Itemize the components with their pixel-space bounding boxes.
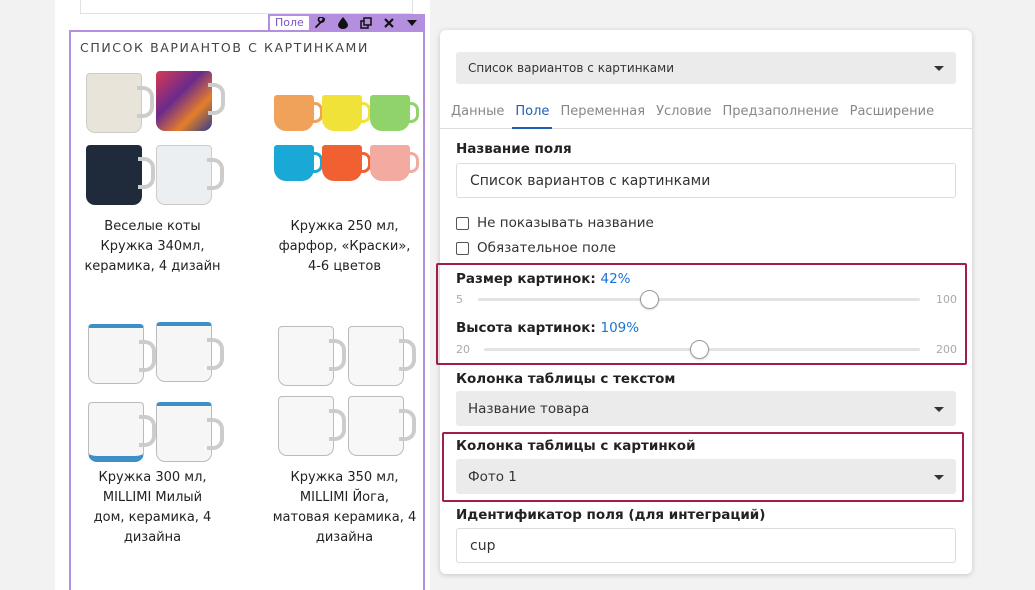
field-name-label: Название поля bbox=[456, 141, 572, 157]
product-card[interactable]: Кружка 300 мл, MILLIMI Милый дом, керами… bbox=[70, 318, 235, 548]
product-image bbox=[262, 67, 427, 217]
tab-data[interactable]: Данные bbox=[448, 100, 507, 129]
tab-field[interactable]: Поле bbox=[512, 100, 553, 129]
field-type-badge: Поле bbox=[270, 16, 309, 30]
chevron-down-icon bbox=[934, 66, 944, 71]
product-image bbox=[262, 318, 427, 468]
tab-prefill[interactable]: Предзаполнение bbox=[720, 100, 842, 129]
product-caption: Веселые коты Кружка 340мл, керамика, 4 д… bbox=[84, 219, 221, 274]
product-caption: Кружка 300 мл, MILLIMI Милый дом, керами… bbox=[93, 470, 212, 545]
tab-extension[interactable]: Расширение bbox=[847, 100, 938, 129]
settings-tabs: Данные Поле Переменная Условие Предзапол… bbox=[440, 100, 972, 129]
tab-variable[interactable]: Переменная bbox=[557, 100, 648, 129]
product-card[interactable]: Кружка 350 мл, MILLIMI Йога, матовая кер… bbox=[262, 318, 427, 548]
product-caption: Кружка 250 мл, фарфор, «Краски», 4-6 цве… bbox=[278, 219, 411, 274]
chevron-down-icon bbox=[934, 406, 944, 412]
text-column-label: Колонка таблицы с текстом bbox=[456, 371, 676, 387]
hide-name-checkbox[interactable]: Не показывать название bbox=[456, 215, 654, 231]
highlight-image-column bbox=[442, 432, 964, 502]
product-card[interactable]: Веселые коты Кружка 340мл, керамика, 4 д… bbox=[70, 67, 235, 277]
text-column-select[interactable]: Название товара bbox=[456, 391, 956, 426]
field-type-select[interactable]: Список вариантов с картинками bbox=[456, 52, 956, 84]
field-title: СПИСОК ВАРИАНТОВ С КАРТИНКАМИ bbox=[80, 40, 369, 55]
field-id-label: Идентификатор поля (для интеграций) bbox=[456, 507, 766, 523]
product-card[interactable]: Кружка 250 мл, фарфор, «Краски», 4-6 цве… bbox=[262, 67, 427, 277]
field-name-input[interactable]: Список вариантов с картинками bbox=[456, 163, 956, 198]
previous-field-block[interactable] bbox=[80, 0, 413, 14]
product-image bbox=[70, 67, 235, 217]
required-label: Обязательное поле bbox=[477, 240, 616, 256]
product-caption: Кружка 350 мл, MILLIMI Йога, матовая кер… bbox=[272, 470, 417, 545]
tab-condition[interactable]: Условие bbox=[653, 100, 714, 129]
hide-name-label: Не показывать название bbox=[477, 215, 654, 231]
product-image bbox=[70, 318, 235, 468]
checkbox-box[interactable] bbox=[456, 241, 469, 255]
checkbox-box[interactable] bbox=[456, 216, 469, 230]
highlight-image-sliders bbox=[436, 263, 967, 365]
field-id-input[interactable]: cup bbox=[456, 528, 956, 563]
required-checkbox[interactable]: Обязательное поле bbox=[456, 240, 616, 256]
